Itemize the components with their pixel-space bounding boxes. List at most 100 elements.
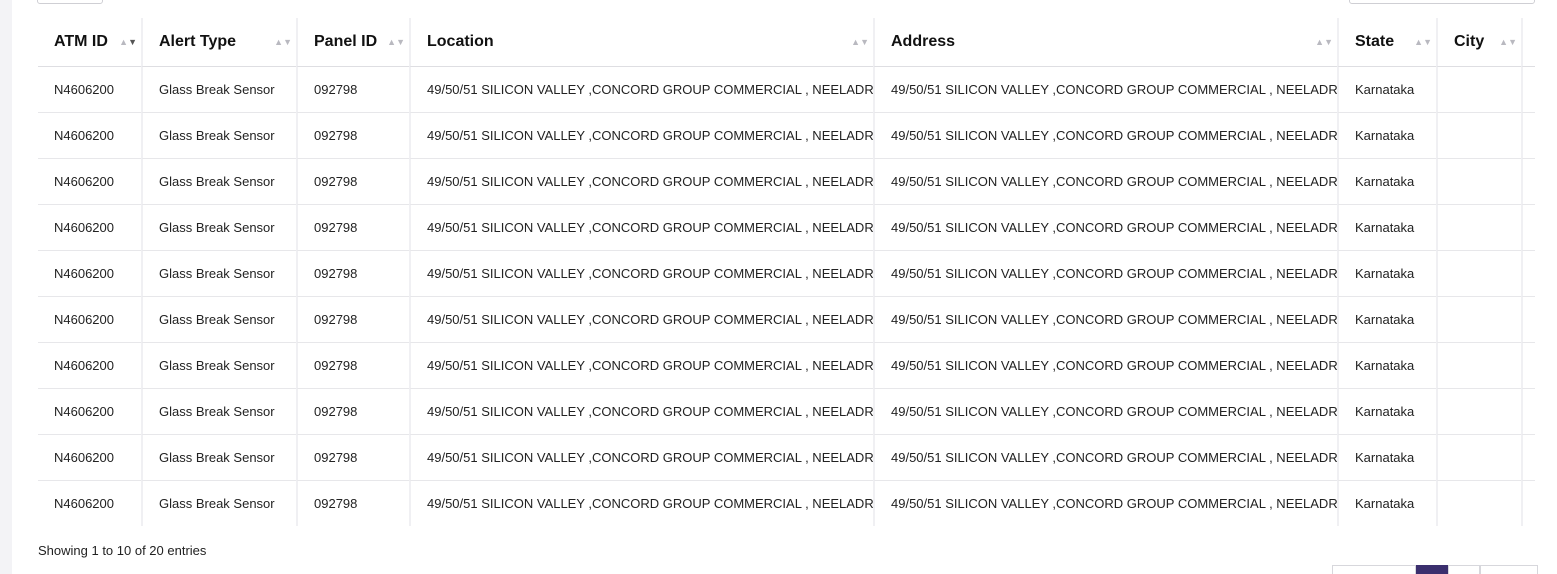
header-state[interactable]: State ▲▼	[1337, 18, 1436, 67]
table-row[interactable]: N4606200 Glass Break Sensor 092798 49/50…	[38, 251, 1535, 297]
cell-alert-type: Glass Break Sensor	[141, 435, 296, 481]
cell-address: 49/50/51 SILICON VALLEY ,CONCORD GROUP C…	[873, 113, 1337, 159]
cell-panel-id: 092798	[296, 159, 409, 205]
cell-panel-id: 092798	[296, 113, 409, 159]
cell-location: 49/50/51 SILICON VALLEY ,CONCORD GROUP C…	[409, 113, 873, 159]
pagination-page-1[interactable]	[1416, 565, 1448, 574]
table-row[interactable]: N4606200 Glass Break Sensor 092798 49/50…	[38, 159, 1535, 205]
table-scroll-container[interactable]: ATM ID ▲▼ Alert Type ▲▼ Panel ID ▲▼ Loca…	[38, 18, 1535, 526]
sort-icon: ▲▼	[1414, 37, 1432, 47]
cell-atm-id: N4606200	[38, 435, 141, 481]
search-input[interactable]	[1349, 0, 1535, 4]
cell-alert-type: Glass Break Sensor	[141, 205, 296, 251]
cell-panel-id: 092798	[296, 389, 409, 435]
header-label: State	[1355, 33, 1395, 50]
cell-state: Karnataka	[1337, 343, 1436, 389]
cell-atm-id: N4606200	[38, 251, 141, 297]
cell-next	[1521, 343, 1535, 389]
cell-panel-id: 092798	[296, 343, 409, 389]
header-panel-id[interactable]: Panel ID ▲▼	[296, 18, 409, 67]
show-entries-select[interactable]	[37, 0, 103, 4]
header-city[interactable]: City ▲▼	[1436, 18, 1521, 67]
cell-atm-id: N4606200	[38, 389, 141, 435]
cell-location: 49/50/51 SILICON VALLEY ,CONCORD GROUP C…	[409, 251, 873, 297]
table-row[interactable]: N4606200 Glass Break Sensor 092798 49/50…	[38, 67, 1535, 113]
table-info-text: Showing 1 to 10 of 20 entries	[38, 543, 207, 558]
cell-state: Karnataka	[1337, 389, 1436, 435]
sort-icon: ▲▼	[1315, 37, 1333, 47]
cell-atm-id: N4606200	[38, 67, 141, 113]
cell-next	[1521, 297, 1535, 343]
cell-city	[1436, 297, 1521, 343]
cell-next	[1521, 389, 1535, 435]
cell-city	[1436, 67, 1521, 113]
table-row[interactable]: N4606200 Glass Break Sensor 092798 49/50…	[38, 389, 1535, 435]
cell-state: Karnataka	[1337, 297, 1436, 343]
cell-location: 49/50/51 SILICON VALLEY ,CONCORD GROUP C…	[409, 481, 873, 526]
cell-panel-id: 092798	[296, 481, 409, 526]
table-row[interactable]: N4606200 Glass Break Sensor 092798 49/50…	[38, 435, 1535, 481]
cell-state: Karnataka	[1337, 113, 1436, 159]
cell-address: 49/50/51 SILICON VALLEY ,CONCORD GROUP C…	[873, 159, 1337, 205]
cell-state: Karnataka	[1337, 205, 1436, 251]
cell-location: 49/50/51 SILICON VALLEY ,CONCORD GROUP C…	[409, 343, 873, 389]
cell-address: 49/50/51 SILICON VALLEY ,CONCORD GROUP C…	[873, 389, 1337, 435]
table-row[interactable]: N4606200 Glass Break Sensor 092798 49/50…	[38, 343, 1535, 389]
table-row[interactable]: N4606200 Glass Break Sensor 092798 49/50…	[38, 205, 1535, 251]
cell-next	[1521, 481, 1535, 526]
table-panel: ATM ID ▲▼ Alert Type ▲▼ Panel ID ▲▼ Loca…	[12, 0, 1557, 574]
cell-city	[1436, 251, 1521, 297]
cell-state: Karnataka	[1337, 435, 1436, 481]
cell-address: 49/50/51 SILICON VALLEY ,CONCORD GROUP C…	[873, 481, 1337, 526]
sort-icon: ▲▼	[851, 37, 869, 47]
cell-location: 49/50/51 SILICON VALLEY ,CONCORD GROUP C…	[409, 389, 873, 435]
header-address[interactable]: Address ▲▼	[873, 18, 1337, 67]
pagination-page-2[interactable]	[1448, 565, 1480, 574]
cell-next	[1521, 251, 1535, 297]
pagination-previous-button[interactable]	[1332, 565, 1416, 574]
cell-panel-id: 092798	[296, 251, 409, 297]
header-alert-type[interactable]: Alert Type ▲▼	[141, 18, 296, 67]
cell-alert-type: Glass Break Sensor	[141, 481, 296, 526]
cell-location: 49/50/51 SILICON VALLEY ,CONCORD GROUP C…	[409, 435, 873, 481]
cell-atm-id: N4606200	[38, 297, 141, 343]
sort-icon: ▲▼	[119, 37, 137, 47]
header-label: Location	[427, 33, 494, 50]
cell-atm-id: N4606200	[38, 343, 141, 389]
cell-state: Karnataka	[1337, 251, 1436, 297]
cell-alert-type: Glass Break Sensor	[141, 67, 296, 113]
cell-panel-id: 092798	[296, 297, 409, 343]
cell-panel-id: 092798	[296, 67, 409, 113]
cell-city	[1436, 389, 1521, 435]
cell-alert-type: Glass Break Sensor	[141, 159, 296, 205]
cell-next	[1521, 435, 1535, 481]
cell-address: 49/50/51 SILICON VALLEY ,CONCORD GROUP C…	[873, 435, 1337, 481]
cell-atm-id: N4606200	[38, 113, 141, 159]
header-label: ATM ID	[54, 33, 108, 50]
pagination-next-button[interactable]	[1480, 565, 1538, 574]
cell-next	[1521, 67, 1535, 113]
cell-state: Karnataka	[1337, 481, 1436, 526]
cell-city	[1436, 435, 1521, 481]
cell-address: 49/50/51 SILICON VALLEY ,CONCORD GROUP C…	[873, 343, 1337, 389]
header-next-column[interactable]	[1521, 18, 1535, 67]
cell-address: 49/50/51 SILICON VALLEY ,CONCORD GROUP C…	[873, 297, 1337, 343]
alerts-table: ATM ID ▲▼ Alert Type ▲▼ Panel ID ▲▼ Loca…	[38, 18, 1535, 526]
cell-city	[1436, 481, 1521, 526]
header-label: Panel ID	[314, 33, 378, 50]
table-row[interactable]: N4606200 Glass Break Sensor 092798 49/50…	[38, 297, 1535, 343]
header-label: City	[1454, 33, 1485, 50]
cell-location: 49/50/51 SILICON VALLEY ,CONCORD GROUP C…	[409, 297, 873, 343]
header-atm-id[interactable]: ATM ID ▲▼	[38, 18, 141, 67]
cell-address: 49/50/51 SILICON VALLEY ,CONCORD GROUP C…	[873, 67, 1337, 113]
cell-location: 49/50/51 SILICON VALLEY ,CONCORD GROUP C…	[409, 205, 873, 251]
cell-panel-id: 092798	[296, 435, 409, 481]
table-row[interactable]: N4606200 Glass Break Sensor 092798 49/50…	[38, 113, 1535, 159]
header-location[interactable]: Location ▲▼	[409, 18, 873, 67]
cell-alert-type: Glass Break Sensor	[141, 113, 296, 159]
table-row[interactable]: N4606200 Glass Break Sensor 092798 49/50…	[38, 481, 1535, 526]
header-label: Alert Type	[159, 33, 237, 50]
cell-next	[1521, 113, 1535, 159]
cell-address: 49/50/51 SILICON VALLEY ,CONCORD GROUP C…	[873, 205, 1337, 251]
table-header-row: ATM ID ▲▼ Alert Type ▲▼ Panel ID ▲▼ Loca…	[38, 18, 1535, 67]
